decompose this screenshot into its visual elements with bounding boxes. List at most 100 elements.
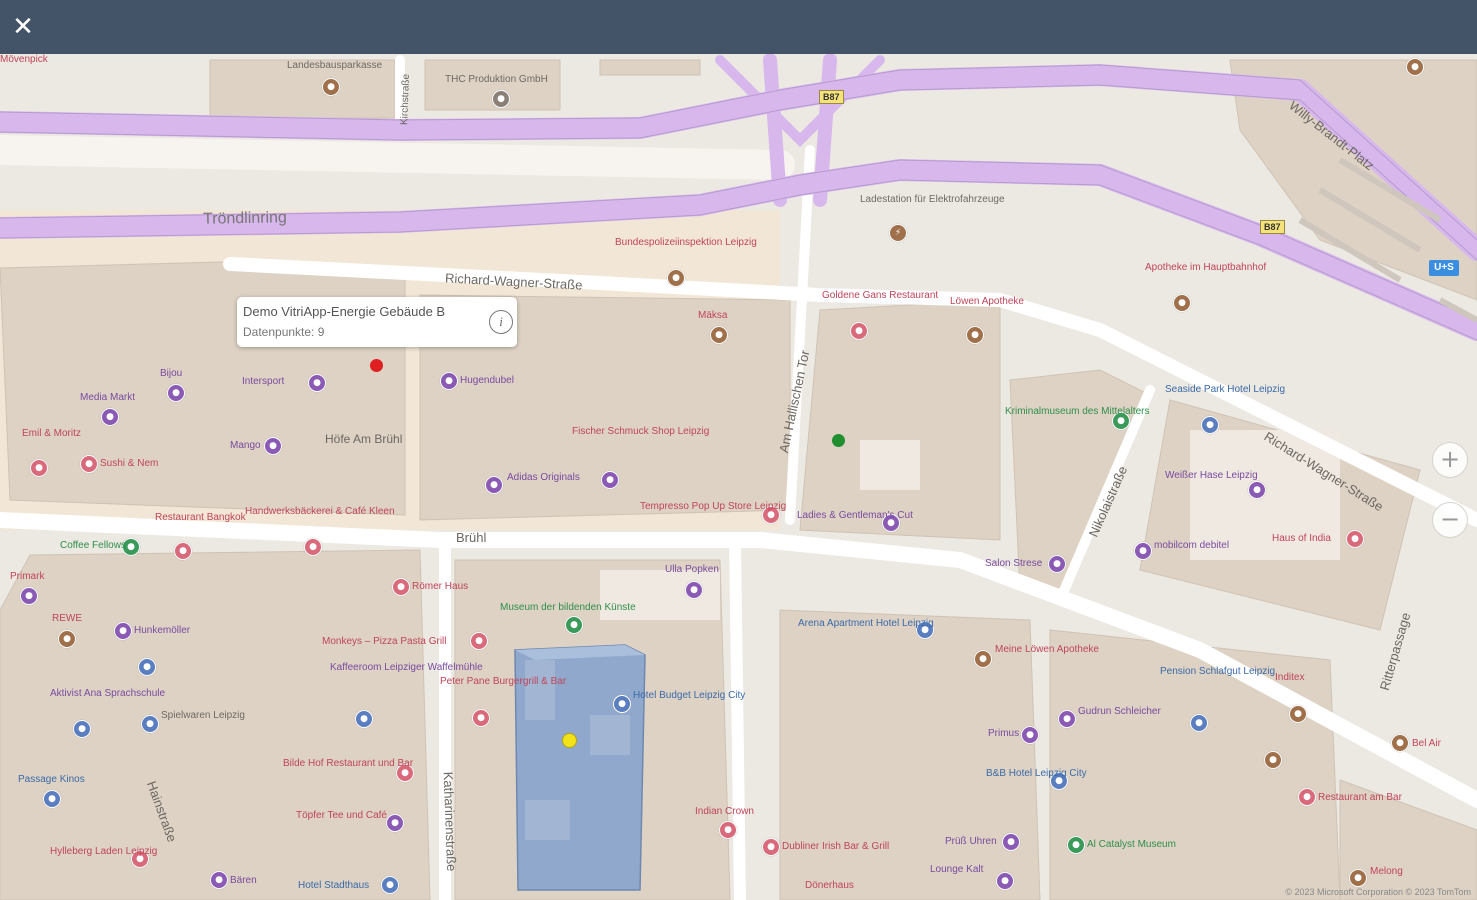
shop-icon[interactable]: ●	[1406, 58, 1424, 76]
marker-red[interactable]	[370, 359, 383, 372]
pharmacy-icon[interactable]: ●	[966, 326, 984, 344]
poi-label: Peter Pane Burgergrill & Bar	[440, 676, 567, 687]
marker-yellow[interactable]	[562, 733, 577, 748]
poi-label: Dönerhaus	[805, 880, 854, 891]
shop-icon[interactable]: ●	[167, 384, 185, 402]
jewelry-icon[interactable]: ●	[1002, 833, 1020, 851]
cinema-icon[interactable]: ●	[1264, 751, 1282, 769]
poi-label: Haus of India	[1272, 533, 1331, 544]
police-icon[interactable]: ●	[667, 269, 685, 287]
hotel-icon[interactable]: ●	[1201, 416, 1219, 434]
shop-icon[interactable]: ●	[601, 471, 619, 489]
shop-icon[interactable]: ●	[1289, 705, 1307, 723]
restaurant-icon[interactable]: ●	[470, 632, 488, 650]
shop-icon[interactable]: ●	[386, 814, 404, 832]
shop-icon[interactable]: ●	[1058, 710, 1076, 728]
road-shield: B87	[1260, 220, 1285, 234]
poi-label: Römer Haus	[412, 581, 469, 592]
school-icon[interactable]: ●	[73, 720, 91, 738]
transit-icon: U+S	[1429, 260, 1459, 276]
shop-icon[interactable]: ●	[141, 715, 159, 733]
shop-icon[interactable]: ●	[485, 476, 503, 494]
poi-label: Coffee Fellows	[60, 540, 126, 551]
poi-label: Monkeys – Pizza Pasta Grill	[322, 636, 447, 647]
museum-icon[interactable]: ●	[565, 616, 583, 634]
zoom-out-button[interactable]: −	[1432, 502, 1468, 538]
poi-label: Fischer Schmuck Shop Leipzig	[572, 426, 710, 437]
shop-icon[interactable]: ●	[996, 872, 1014, 890]
restaurant-icon[interactable]: ●	[80, 455, 98, 473]
poi-label: Bilde Hof Restaurant und Bar	[283, 758, 414, 769]
shop-icon[interactable]: ●	[440, 372, 458, 390]
poi-label: Ladies & Gentleman's Cut	[797, 510, 913, 521]
restaurant-icon[interactable]: ●	[762, 838, 780, 856]
shop-icon[interactable]: ●	[685, 581, 703, 599]
phone-shop-icon[interactable]: ●	[1134, 542, 1152, 560]
poi-label: Prüß Uhren	[945, 836, 997, 847]
museum-icon[interactable]: ●	[1067, 836, 1085, 854]
pharmacy-icon[interactable]: ●	[974, 650, 992, 668]
hotel-icon[interactable]: ●	[138, 658, 156, 676]
restaurant-icon[interactable]: ●	[1346, 530, 1364, 548]
restaurant-icon[interactable]: ●	[392, 578, 410, 596]
marker-tooltip[interactable]: Demo VitriApp-Energie Gebäude B Datenpun…	[237, 297, 517, 347]
poi-label: Bundespolizeiinspektion Leipzig	[615, 237, 757, 248]
charging-station-icon[interactable]: ⚡	[889, 224, 907, 242]
bank-icon[interactable]: ●	[322, 78, 340, 96]
hotel-icon[interactable]: ●	[381, 876, 399, 894]
hairdresser-icon[interactable]: ●	[1021, 726, 1039, 744]
tooltip-subtitle: Datenpunkte: 9	[243, 325, 325, 339]
shop-icon[interactable]: ●	[20, 587, 38, 605]
cafe-icon[interactable]: ●	[355, 710, 373, 728]
shop-icon[interactable]: ●	[1248, 481, 1266, 499]
poi-label: Ladestation für Elektrofahrzeuge	[860, 194, 1005, 205]
restaurant-icon[interactable]: ●	[1298, 788, 1316, 806]
shop-icon[interactable]: ●	[210, 871, 228, 889]
poi-label: Bel Air	[1412, 738, 1441, 749]
hotel-icon[interactable]: ●	[613, 695, 631, 713]
shop-icon[interactable]: ●	[1391, 734, 1409, 752]
poi-label: Mango	[230, 440, 261, 451]
street-label: Brühl	[456, 530, 487, 545]
shop-icon[interactable]: ●	[264, 437, 282, 455]
street-label: Kirchstraße	[399, 73, 412, 126]
poi-label: Seaside Park Hotel Leipzig	[1165, 384, 1286, 395]
shop-icon[interactable]: ●	[308, 374, 326, 392]
restaurant-icon[interactable]: ●	[472, 709, 490, 727]
poi-label: Hylleberg Laden Leipzig	[50, 846, 158, 857]
landmark-icon[interactable]: ●	[492, 90, 510, 108]
poi-label: Passage Kinos	[18, 774, 85, 785]
poi-label: Löwen Apotheke	[950, 296, 1024, 307]
grocery-icon[interactable]: ●	[58, 630, 76, 648]
cafe-icon[interactable]: ●	[710, 326, 728, 344]
street-label: Tröndlinring	[202, 209, 288, 228]
restaurant-icon[interactable]: ●	[30, 459, 48, 477]
map-view[interactable]: Tröndlinring Richard-Wagner-Straße Richa…	[0, 54, 1477, 900]
info-icon[interactable]: i	[489, 310, 513, 334]
cinema-icon[interactable]: ●	[43, 790, 61, 808]
pharmacy-icon[interactable]: ●	[1173, 294, 1191, 312]
bakery-icon[interactable]: ●	[304, 538, 322, 556]
poi-label: Bijou	[160, 368, 183, 379]
shop-icon[interactable]: ●	[114, 622, 132, 640]
close-icon[interactable]: ✕	[10, 14, 36, 40]
shop-icon[interactable]: ●	[1349, 869, 1367, 887]
road-shield: B87	[819, 90, 844, 104]
poi-label: Primark	[10, 571, 45, 582]
poi-label: Pension Schlafgut Leipzig	[1160, 666, 1276, 677]
hairdresser-icon[interactable]: ●	[1048, 555, 1066, 573]
poi-label: Meine Löwen Apotheke	[995, 644, 1099, 655]
restaurant-icon[interactable]: ●	[719, 821, 737, 839]
poi-label: Indian Crown	[695, 806, 754, 817]
poi-label: Hotel Budget Leipzig City	[633, 690, 746, 701]
poi-label: Mäksa	[698, 310, 728, 321]
poi-label: Sushi & Nem	[100, 458, 159, 469]
shop-icon[interactable]: ●	[101, 408, 119, 426]
poi-label: B&B Hotel Leipzig City	[986, 768, 1087, 779]
restaurant-icon[interactable]: ●	[174, 542, 192, 560]
zoom-in-button[interactable]: +	[1432, 442, 1468, 478]
restaurant-icon[interactable]: ●	[850, 322, 868, 340]
hotel-icon[interactable]: ●	[1190, 714, 1208, 732]
poi-label: Apotheke im Hauptbahnhof	[1145, 262, 1267, 273]
marker-green[interactable]	[832, 434, 845, 447]
